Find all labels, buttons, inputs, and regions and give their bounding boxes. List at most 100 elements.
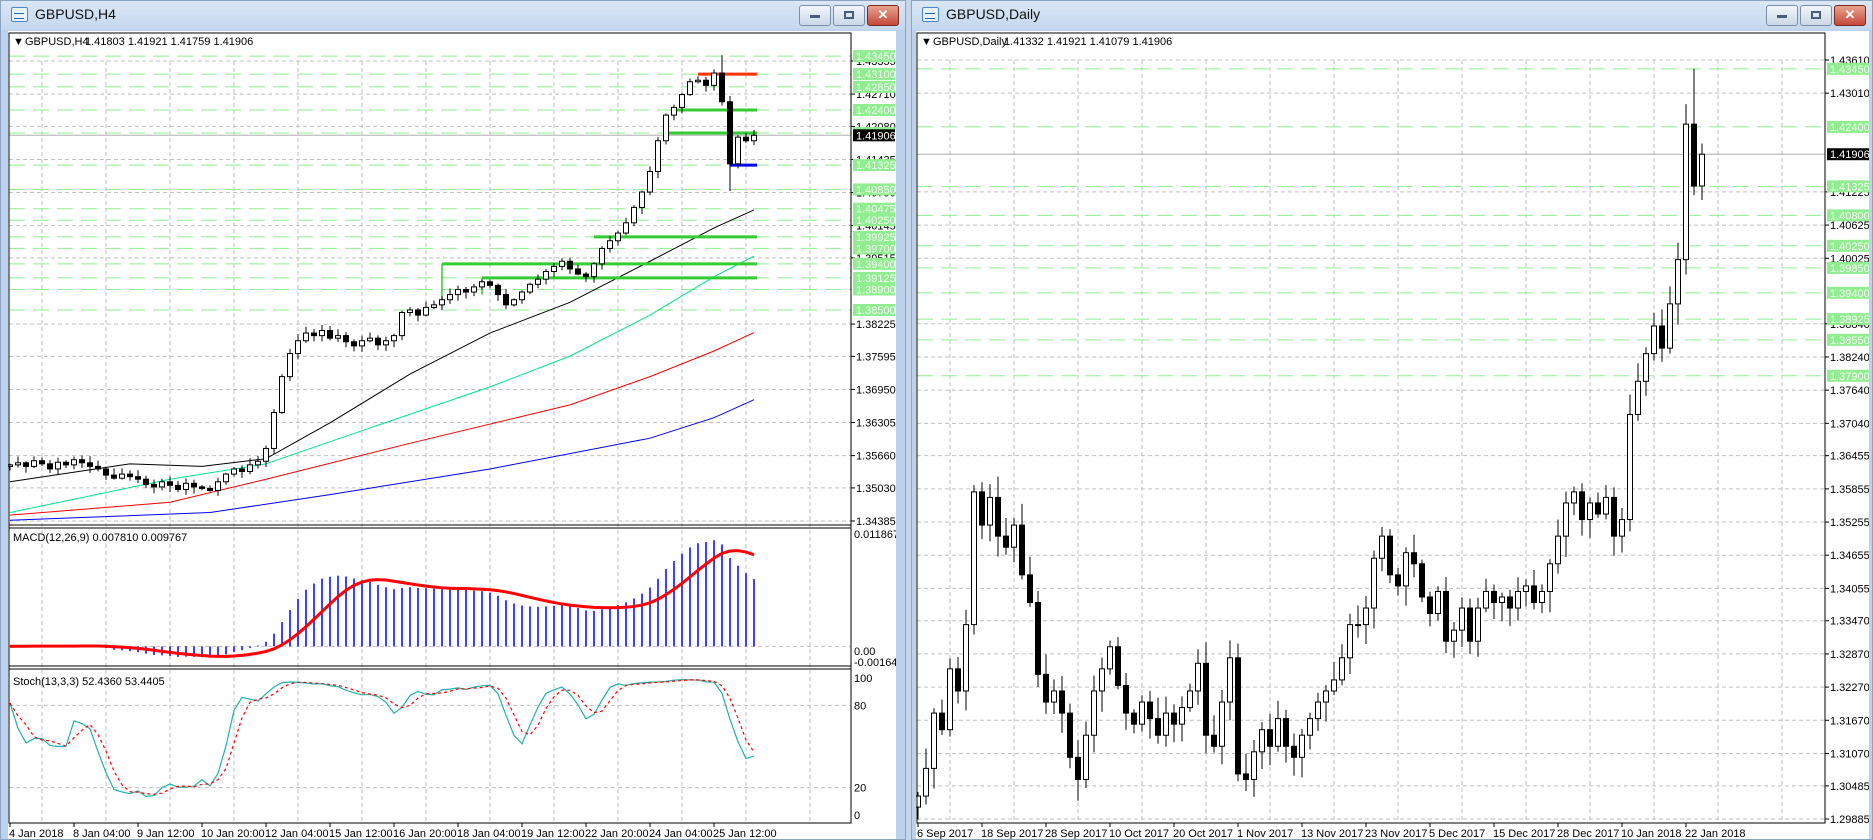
bear-candle (995, 496, 1001, 537)
symbol-menu-arrow-icon[interactable]: ▼ (13, 36, 24, 48)
bull-candle (947, 668, 953, 731)
bull-candle (1683, 123, 1689, 261)
bull-candle (623, 222, 629, 234)
bear-candle (327, 329, 333, 339)
price-tick-label: 1.33470 (1830, 616, 1869, 628)
minimize-icon (810, 15, 820, 18)
bear-candle (1427, 596, 1433, 615)
bull-candle (1643, 353, 1649, 382)
price-tick-label: 1.35255 (1830, 517, 1869, 529)
bull-candle (1523, 585, 1529, 592)
bull-candle (391, 335, 397, 342)
bull-candle (119, 473, 125, 479)
maximize-button[interactable] (833, 5, 865, 26)
h4-chart-canvas[interactable]: 1.433551.427101.420801.414351.407901.401… (8, 31, 896, 839)
bull-candle (559, 260, 565, 267)
bull-candle (639, 191, 645, 208)
symbol-menu-arrow-icon[interactable]: ▼ (921, 36, 932, 48)
time-label: 18 Jan 04:00 (457, 828, 521, 839)
bull-candle (1459, 607, 1465, 631)
bull-candle (655, 140, 661, 173)
chart-window-gbpusd-daily[interactable]: GBPUSD,Daily ✕ 1.43610 1.43010 1.41225 1.40… (911, 0, 1873, 840)
bear-candle (111, 474, 117, 479)
bear-candle (1043, 673, 1049, 703)
bull-candle (1603, 496, 1609, 515)
level-label: 1.42400 (856, 105, 896, 117)
bull-candle (1363, 607, 1369, 626)
bull-candle (303, 332, 309, 342)
bear-candle (1211, 734, 1217, 747)
bear-candle (955, 668, 961, 692)
level-label: 1.42400 (1830, 122, 1869, 134)
time-label: 25 Jan 12:00 (713, 828, 777, 839)
bull-candle (423, 306, 429, 316)
minimize-button[interactable] (1766, 5, 1798, 26)
price-tick-label: 1.37040 (1830, 418, 1869, 430)
chart-window-gbpusd-h4[interactable]: GBPUSD,H4 ✕ 1.433551.427101.420801.41435… (0, 0, 906, 840)
bull-candle (1163, 712, 1169, 736)
bear-candle (1131, 712, 1137, 725)
maximize-button[interactable] (1800, 5, 1832, 26)
stoch-tick-label: 100 (854, 673, 872, 685)
bull-candle (527, 283, 533, 293)
bear-candle (63, 461, 69, 466)
bear-candle (1611, 496, 1617, 537)
time-label: 6 Sep 2017 (917, 828, 973, 839)
price-tick-label: 1.35030 (856, 483, 896, 495)
price-tick-label: 1.34055 (1830, 583, 1869, 595)
level-label: 1.38550 (1830, 335, 1869, 347)
bull-candle (1251, 751, 1257, 780)
chart-header-ohlc: 1.41803 1.41921 1.41759 1.41906 (85, 36, 253, 48)
bear-candle (1467, 607, 1473, 642)
bear-candle (1491, 590, 1497, 603)
bull-candle (255, 460, 261, 466)
bear-candle (1595, 502, 1601, 515)
stoch-tick-label: 0 (854, 810, 860, 822)
bull-candle (1571, 491, 1577, 504)
bull-candle (987, 496, 993, 526)
bear-candle (375, 337, 381, 346)
window-title: GBPUSD,H4 (35, 6, 116, 22)
close-button[interactable]: ✕ (1834, 5, 1866, 26)
bull-candle (1091, 690, 1097, 736)
bull-candle (1515, 590, 1521, 609)
close-button[interactable]: ✕ (867, 5, 899, 26)
price-tick-label: 1.35660 (856, 451, 896, 463)
bear-candle (191, 482, 197, 488)
bull-candle (447, 294, 453, 301)
bull-candle (923, 767, 929, 797)
time-label: 18 Sep 2017 (981, 828, 1043, 839)
bull-candle (1675, 259, 1681, 305)
bear-candle (1067, 712, 1073, 758)
minimize-button[interactable] (799, 5, 831, 26)
bull-candle (1667, 303, 1673, 349)
time-label: 12 Jan 04:00 (265, 828, 329, 839)
price-tick-label: 1.36455 (1830, 451, 1869, 463)
bull-candle (663, 114, 669, 142)
bear-candle (199, 486, 205, 489)
macd-label: MACD(12,26,9) 0.007810 0.009767 (13, 532, 187, 544)
bull-candle (287, 353, 293, 378)
bull-candle (671, 106, 677, 116)
bear-candle (239, 468, 245, 473)
level-label: 1.38925 (1830, 314, 1869, 326)
price-tick-label: 1.36305 (856, 418, 896, 430)
bull-candle (1099, 668, 1105, 692)
chart-background (916, 31, 1869, 839)
time-label: 5 Dec 2017 (1429, 828, 1485, 839)
time-label: 10 Oct 2017 (1109, 828, 1169, 839)
bear-candle (311, 332, 317, 337)
price-tick-label: 1.38225 (856, 319, 896, 331)
price-tick-label: 1.31670 (1830, 715, 1869, 727)
bull-candle (247, 464, 253, 473)
bear-candle (1075, 756, 1081, 780)
daily-chart-canvas[interactable]: 1.436101.430101.412251.406251.400251.388… (916, 31, 1869, 839)
bull-candle (679, 94, 685, 108)
time-label: 20 Oct 2017 (1173, 828, 1233, 839)
bull-candle (963, 624, 969, 692)
bear-candle (1387, 535, 1393, 576)
title-bar[interactable]: GBPUSD,H4 ✕ (1, 1, 905, 30)
bull-candle (1475, 607, 1481, 642)
bear-candle (207, 487, 213, 491)
title-bar[interactable]: GBPUSD,Daily ✕ (912, 1, 1872, 30)
